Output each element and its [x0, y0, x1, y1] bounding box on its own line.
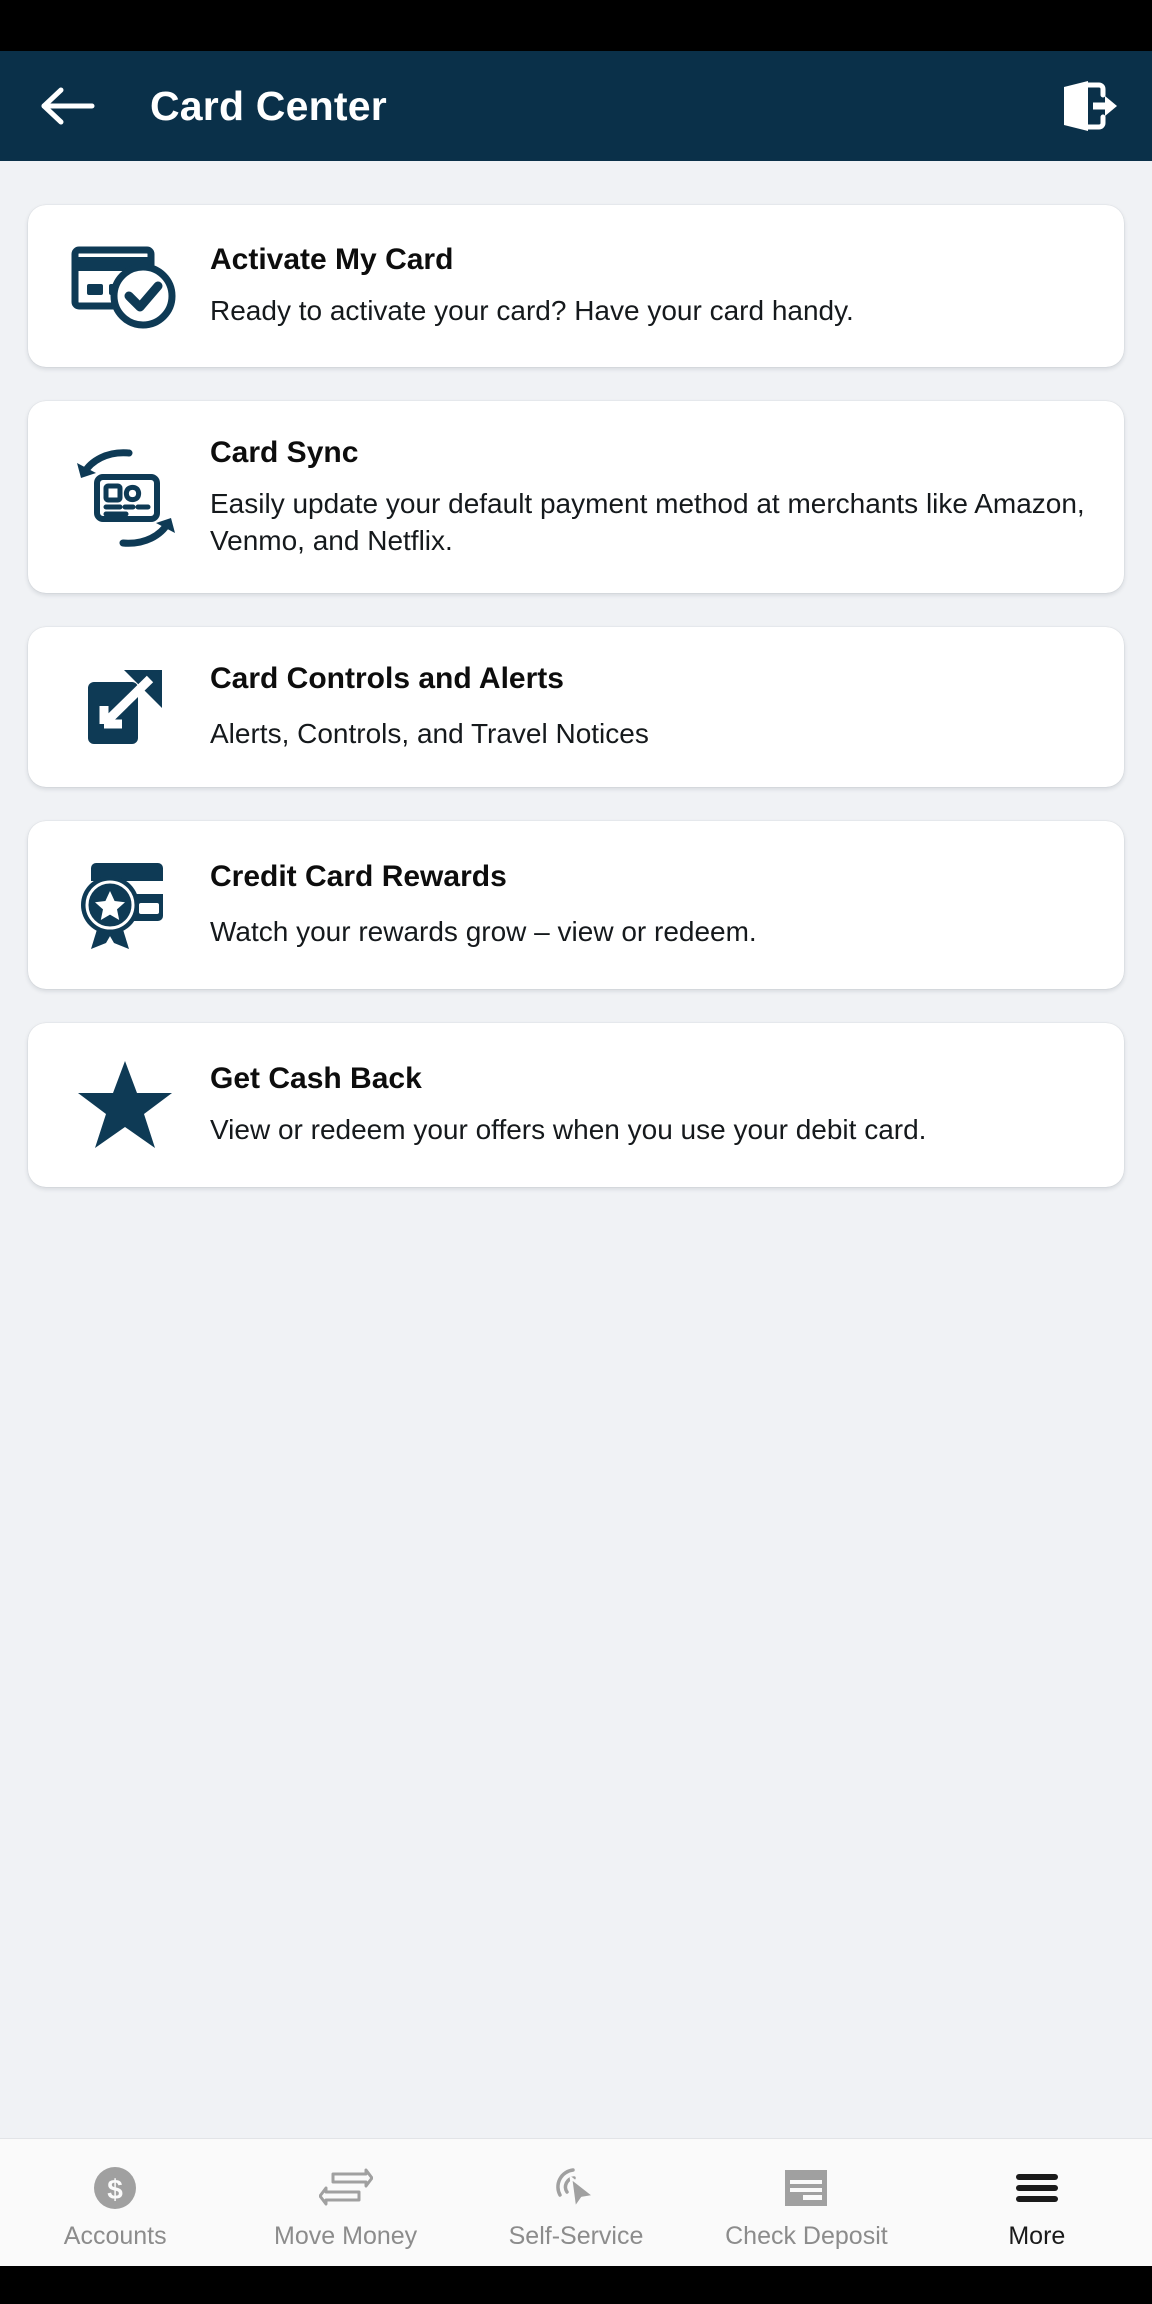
list-item-card-sync[interactable]: Card Sync Easily update your default pay… — [28, 401, 1124, 594]
list-item-description: View or redeem your offers when you use … — [210, 1114, 927, 1146]
bottom-tab-bar: $ Accounts Move Money Self-Service Check… — [0, 2138, 1152, 2266]
card-award-icon — [62, 855, 188, 955]
system-navigation-bar — [0, 2266, 1152, 2304]
list-item-title: Activate My Card — [210, 243, 454, 277]
list-item-title: Card Controls and Alerts — [210, 662, 564, 696]
tab-label: Move Money — [274, 2222, 418, 2250]
tab-label: Self-Service — [508, 2222, 644, 2250]
list-item-text: Get Cash Back View or redeem your offers… — [188, 1061, 1094, 1148]
tab-accounts[interactable]: $ Accounts — [0, 2139, 230, 2266]
tab-label: Accounts — [63, 2222, 167, 2250]
list-item-text: Card Controls and Alerts Alerts, Control… — [188, 661, 1094, 752]
dollar-circle-icon: $ — [92, 2162, 138, 2214]
logout-icon — [1057, 75, 1119, 137]
tab-label: Check Deposit — [725, 2222, 888, 2250]
back-button[interactable] — [32, 70, 104, 142]
status-bar — [0, 0, 1152, 51]
tab-label: More — [1008, 2222, 1066, 2250]
star-icon — [62, 1057, 188, 1153]
list-item-title: Card Sync — [210, 436, 359, 469]
tab-self-service[interactable]: Self-Service — [461, 2139, 691, 2266]
card-sync-icon — [62, 445, 188, 549]
list-item-text: Activate My Card Ready to activate your … — [188, 242, 1094, 329]
tab-more[interactable]: More — [922, 2139, 1152, 2266]
list-item-title: Credit Card Rewards — [210, 860, 507, 894]
list-item-activate-my-card[interactable]: Activate My Card Ready to activate your … — [28, 205, 1124, 367]
back-arrow-icon — [40, 84, 96, 128]
transfer-arrows-icon — [318, 2162, 373, 2214]
list-item-title: Get Cash Back — [210, 1062, 422, 1096]
list-item-text: Credit Card Rewards Watch your rewards g… — [188, 859, 1094, 950]
logout-button[interactable] — [1050, 68, 1126, 144]
card-check-icon — [62, 240, 188, 332]
app-header: Card Center — [0, 51, 1152, 161]
list-item-card-controls-and-alerts[interactable]: Card Controls and Alerts Alerts, Control… — [28, 627, 1124, 787]
list-item-get-cash-back[interactable]: Get Cash Back View or redeem your offers… — [28, 1022, 1124, 1187]
tab-move-money[interactable]: Move Money — [230, 2139, 460, 2266]
check-deposit-icon — [783, 2162, 829, 2214]
card-center-list: Activate My Card Ready to activate your … — [0, 205, 1152, 1187]
app-screen: Card Center Activate My Card Ready to ac… — [0, 0, 1152, 2304]
external-link-icon — [62, 662, 188, 752]
list-item-description: Alerts, Controls, and Travel Notices — [210, 718, 649, 750]
content-area: Activate My Card Ready to activate your … — [0, 161, 1152, 2138]
target-cursor-icon — [551, 2162, 601, 2214]
svg-text:$: $ — [107, 2174, 123, 2205]
page-title: Card Center — [150, 82, 387, 129]
list-item-description: Easily update your default payment metho… — [210, 488, 1085, 557]
hamburger-menu-icon — [1013, 2162, 1061, 2214]
tab-check-deposit[interactable]: Check Deposit — [691, 2139, 921, 2266]
list-item-description: Ready to activate your card? Have your c… — [210, 295, 854, 327]
list-item-description: Watch your rewards grow – view or redeem… — [210, 916, 757, 948]
list-item-credit-card-rewards[interactable]: Credit Card Rewards Watch your rewards g… — [28, 820, 1124, 989]
list-item-text: Card Sync Easily update your default pay… — [188, 435, 1094, 559]
